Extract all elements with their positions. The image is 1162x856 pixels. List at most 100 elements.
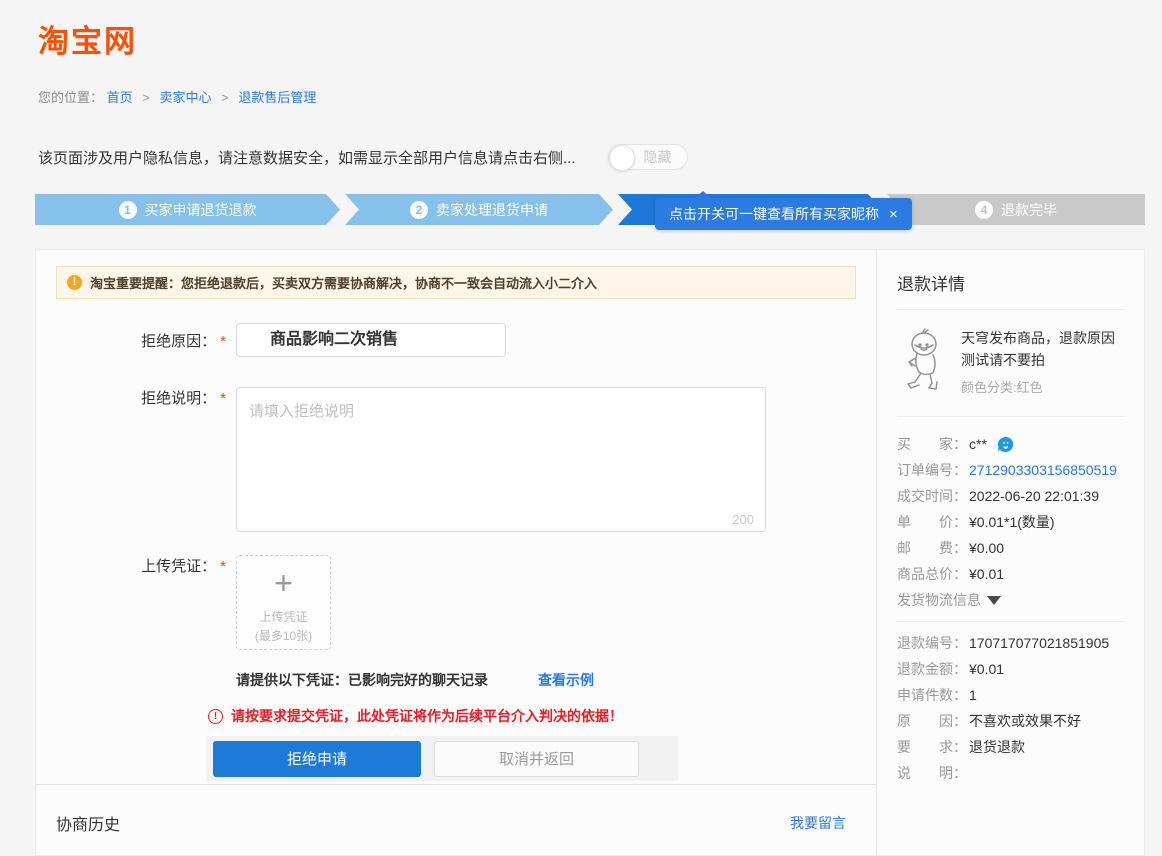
refund-number-label: 退款编号：: [897, 630, 969, 656]
breadcrumb-separator: >: [221, 90, 229, 105]
total-price-row: 商品总价： ¥0.01: [897, 561, 1124, 587]
step-number-badge: 4: [975, 201, 993, 219]
total-price-label: 商品总价：: [897, 561, 969, 587]
postage-label: 邮 费：: [897, 535, 969, 561]
privacy-toggle[interactable]: 隐藏: [608, 144, 688, 170]
reject-reason-select[interactable]: 商品影响二次销售: [236, 323, 506, 357]
evidence-hint-text: 请提供以下凭证：已影响完好的聊天记录: [236, 670, 488, 690]
order-number-label: 订单编号：: [897, 457, 969, 483]
required-mark: *: [220, 333, 226, 350]
postage-value: ¥0.00: [969, 535, 1004, 561]
caret-down-icon: [987, 596, 1001, 605]
refund-number-row: 退款编号： 170717077021851905: [897, 630, 1124, 656]
product-sku: 颜色分类:红色: [961, 377, 1124, 396]
evidence-hint-row: 请提供以下凭证：已影响完好的聊天记录 查看示例: [236, 670, 876, 690]
step-number-badge: 2: [410, 201, 428, 219]
refund-detail-sidebar: 退款详情 天穹发布商品，退款原因测试请不要拍 颜色分类:红色: [876, 250, 1144, 855]
taobao-important-alert: ! 淘宝重要提醒：您拒绝退款后，买卖双方需要协商解决，协商不一致会自动流入小二介…: [56, 266, 856, 299]
reject-explain-textarea[interactable]: [236, 387, 766, 532]
breadcrumb-link-refund-management[interactable]: 退款售后管理: [238, 90, 316, 105]
label-text: 上传凭证：: [141, 558, 216, 575]
breadcrumb-link-seller-center[interactable]: 卖家中心: [160, 90, 212, 105]
step-label: 退款完毕: [1001, 200, 1057, 220]
evidence-warning-row: ! 请按要求提交凭证，此处凭证将作为后续平台介入判决的依据！: [208, 706, 876, 726]
plus-icon: +: [274, 566, 293, 600]
unit-price-row: 单 价： ¥0.01*1(数量): [897, 509, 1124, 535]
refund-detail-panel: ! 淘宝重要提醒：您拒绝退款后，买卖双方需要协商解决，协商不一致会自动流入小二介…: [35, 249, 1145, 856]
refund-amount-label: 退款金额：: [897, 656, 969, 682]
deal-time-row: 成交时间： 2022-06-20 22:01:39: [897, 483, 1124, 509]
product-image: [897, 328, 949, 392]
reject-apply-button[interactable]: 拒绝申请: [213, 741, 421, 777]
refund-detail-title: 退款详情: [897, 270, 1124, 295]
step-label: 卖家处理退货申请: [436, 200, 548, 220]
breadcrumb: 您的位置： 首页 > 卖家中心 > 退款售后管理: [38, 87, 1162, 106]
divider: [897, 621, 1124, 622]
breadcrumb-separator: >: [142, 90, 150, 105]
label-text: 拒绝原因：: [141, 333, 216, 350]
tooltip-close-icon[interactable]: ×: [889, 207, 898, 222]
order-number-link[interactable]: 2712903303156850519: [969, 457, 1117, 483]
refund-reason-row: 原 因： 不喜欢或效果不好: [897, 708, 1124, 734]
logistics-info-toggle[interactable]: 发货物流信息: [897, 587, 1124, 613]
step-number-badge: 1: [119, 201, 137, 219]
upload-box-label: 上传凭证: [259, 608, 307, 625]
evidence-warning-text: 请按要求提交凭证，此处凭证将作为后续平台介入判决的依据！: [231, 706, 623, 726]
reject-explain-wrapper: 200: [236, 387, 766, 537]
refund-progress-steps: 1 买家申请退货退款 2 卖家处理退货申请 3 4 退款完毕: [35, 194, 1145, 225]
reject-form-column: ! 淘宝重要提醒：您拒绝退款后，买卖双方需要协商解决，协商不一致会自动流入小二介…: [36, 250, 876, 855]
wangwang-icon[interactable]: [997, 436, 1014, 453]
form-action-strip: 拒绝申请 取消并返回: [206, 736, 678, 781]
error-icon: !: [208, 709, 223, 724]
refund-note-label: 说 明：: [897, 760, 969, 786]
reject-explain-label: 拒绝说明：*: [36, 387, 236, 537]
required-mark: *: [220, 390, 226, 407]
buyer-label: 买 家：: [897, 431, 969, 457]
buyer-value: c**: [969, 431, 987, 457]
upload-evidence-label: 上传凭证：*: [36, 555, 236, 650]
deal-time-label: 成交时间：: [897, 483, 969, 509]
upload-box-sublabel: (最多10张): [255, 627, 312, 644]
deal-time-value: 2022-06-20 22:01:39: [969, 483, 1099, 509]
apply-count-value: 1: [969, 682, 977, 708]
toggle-knob-icon[interactable]: [609, 145, 635, 171]
reject-reason-label: 拒绝原因：*: [36, 330, 236, 351]
apply-count-row: 申请件数： 1: [897, 682, 1124, 708]
breadcrumb-link-home[interactable]: 首页: [107, 90, 133, 105]
total-price-value: ¥0.01: [969, 561, 1004, 587]
warning-icon: !: [67, 275, 82, 290]
apply-count-label: 申请件数：: [897, 682, 969, 708]
taobao-logo[interactable]: 淘宝网: [38, 16, 1162, 61]
negotiation-history-header: 协商历史 我要留言: [36, 785, 876, 855]
reject-explain-row: 拒绝说明：* 200: [36, 387, 876, 537]
refund-demand-row: 要 求： 退货退款: [897, 734, 1124, 760]
alert-text: 淘宝重要提醒：您拒绝退款后，买卖双方需要协商解决，协商不一致会自动流入小二介入: [90, 273, 597, 292]
product-info: 天穹发布商品，退款原因测试请不要拍 颜色分类:红色: [961, 328, 1124, 396]
tooltip-caret-icon: [695, 191, 711, 198]
order-number-row: 订单编号： 2712903303156850519: [897, 457, 1124, 483]
divider: [897, 416, 1124, 417]
reject-reason-row: 拒绝原因：* 商品影响二次销售: [36, 323, 876, 357]
step-1-buyer-apply: 1 买家申请退货退款: [35, 194, 340, 225]
step-2-seller-handle: 2 卖家处理退货申请: [345, 194, 613, 225]
leave-message-link[interactable]: 我要留言: [790, 813, 846, 833]
upload-evidence-row: 上传凭证：* + 上传凭证 (最多10张): [36, 555, 876, 650]
negotiation-history-title: 协商历史: [56, 811, 120, 835]
view-example-link[interactable]: 查看示例: [538, 670, 594, 690]
refund-reason-value: 不喜欢或效果不好: [969, 708, 1081, 734]
required-mark: *: [220, 558, 226, 575]
upload-evidence-button[interactable]: + 上传凭证 (最多10张): [236, 555, 331, 650]
toggle-hint-tooltip: 点击开关可一键查看所有买家昵称 ×: [655, 198, 912, 230]
cancel-return-button[interactable]: 取消并返回: [434, 741, 639, 777]
step-4-refund-complete: 4 退款完毕: [887, 194, 1145, 225]
refund-demand-label: 要 求：: [897, 734, 969, 760]
logistics-info-label: 发货物流信息: [897, 587, 981, 613]
privacy-notice-text: 该页面涉及用户隐私信息，请注意数据安全，如需显示全部用户信息请点击右侧...: [38, 147, 576, 168]
privacy-notice-row: 该页面涉及用户隐私信息，请注意数据安全，如需显示全部用户信息请点击右侧... 隐…: [38, 144, 1162, 170]
label-text: 拒绝说明：: [141, 390, 216, 407]
refund-number-value: 170717077021851905: [969, 630, 1109, 656]
breadcrumb-prefix: 您的位置：: [38, 90, 103, 105]
step-label: 买家申请退货退款: [145, 200, 257, 220]
product-name: 天穹发布商品，退款原因测试请不要拍: [961, 328, 1124, 371]
product-summary: 天穹发布商品，退款原因测试请不要拍 颜色分类:红色: [897, 324, 1124, 402]
